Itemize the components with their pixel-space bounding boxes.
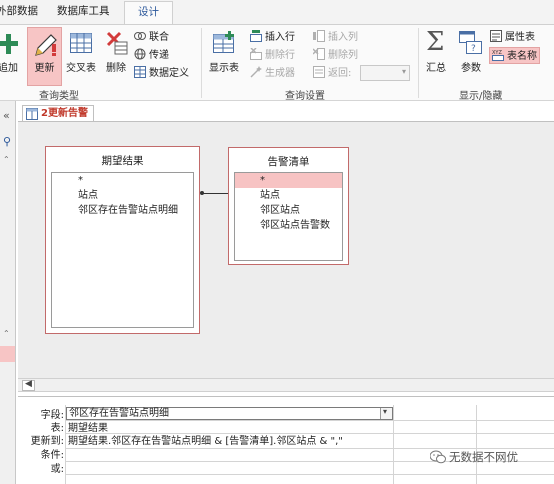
show-table-button[interactable]: 显示表 xyxy=(204,27,244,83)
grid-column-divider xyxy=(393,405,394,484)
row-label-or: 或: xyxy=(50,464,64,475)
table-names-icon: XYZ xyxy=(492,50,504,61)
tab-database-tools[interactable]: 数据库工具 xyxy=(57,3,110,18)
arrow-left-icon: ◀ xyxy=(25,379,32,389)
grid-row-divider xyxy=(65,433,554,434)
table-cell[interactable]: 期望结果 xyxy=(68,422,108,435)
grid-row-divider xyxy=(65,420,554,421)
field-item[interactable]: 邻区站点 xyxy=(235,203,342,218)
data-definition-button[interactable]: 数据定义 xyxy=(134,66,189,81)
table-names-button[interactable]: XYZ 表名称 xyxy=(489,47,540,64)
update-query-icon xyxy=(26,108,38,120)
parameters-icon: ? xyxy=(459,31,482,54)
group-label-query-type: 查询类型 xyxy=(39,91,79,102)
navigation-pane-collapsed[interactable]: « ⚲ ⌃ ⌃ xyxy=(0,101,16,484)
field-item[interactable]: 邻区站点告警数 xyxy=(235,218,342,233)
property-sheet-button[interactable]: 属性表 xyxy=(490,30,535,45)
tab-external-data[interactable]: 外部数据 xyxy=(0,3,38,18)
table-window-expected-results[interactable]: 期望结果 * 站点 邻区存在告警站点明细 xyxy=(45,146,200,334)
insert-rows-button[interactable]: 插入行 xyxy=(250,30,295,45)
group-divider xyxy=(418,28,419,98)
show-table-icon xyxy=(213,31,234,53)
field-item-selected[interactable]: * xyxy=(235,173,342,188)
row-label-criteria: 条件: xyxy=(40,450,64,461)
wechat-icon xyxy=(429,450,446,464)
append-icon xyxy=(0,34,18,54)
table-window-alarm-list[interactable]: 告警清单 * 站点 邻区站点 邻区站点告警数 xyxy=(228,147,349,265)
chevron-down-icon: ▾ xyxy=(383,407,388,416)
crosstab-icon xyxy=(70,33,92,53)
data-definition-icon xyxy=(134,66,146,78)
scroll-left-button[interactable]: ◀ xyxy=(22,379,35,391)
row-label-table: 表: xyxy=(50,423,64,434)
search-icon[interactable]: ⚲ xyxy=(3,135,11,148)
horizontal-scrollbar[interactable]: ◀ xyxy=(18,378,554,392)
delete-columns-button[interactable]: 删除列 xyxy=(313,48,358,63)
group-label-show-hide: 显示/隐藏 xyxy=(459,91,503,102)
sigma-icon: Σ xyxy=(426,27,445,57)
delete-query-icon xyxy=(106,31,128,55)
return-label: 返回: xyxy=(313,66,351,81)
query-design-surface[interactable]: 期望结果 * 站点 邻区存在告警站点明细 告警清单 * 站点 邻区站点 邻区站点… xyxy=(18,121,554,378)
grid-column-divider xyxy=(476,405,477,484)
field-item[interactable]: 邻区存在告警站点明细 xyxy=(52,203,193,218)
table-title: 期望结果 xyxy=(101,155,144,167)
field-item[interactable]: * xyxy=(52,173,193,188)
return-dropdown[interactable]: ▾ xyxy=(360,65,410,81)
delete-columns-icon xyxy=(313,48,325,60)
field-list: * 站点 邻区存在告警站点明细 xyxy=(51,172,194,328)
ribbon-tab-strip: 外部数据 数据库工具 设计 xyxy=(0,0,554,25)
insert-rows-icon xyxy=(250,30,262,42)
delete-rows-button[interactable]: 删除行 xyxy=(250,48,295,63)
delete-query-button[interactable]: 删除 xyxy=(102,27,130,83)
table-title: 告警清单 xyxy=(267,156,310,168)
query-design-grid: 字段: 表: 更新到: 条件: 或: 邻区存在告警站点明细 ▾ 期望结果 期望结… xyxy=(18,396,554,484)
totals-button[interactable]: Σ 汇总 xyxy=(422,27,450,83)
union-button[interactable]: 联合 xyxy=(134,30,169,45)
property-sheet-icon xyxy=(490,30,502,42)
watermark: 无数据不网优 xyxy=(429,449,518,465)
join-endpoint xyxy=(200,191,204,195)
return-icon xyxy=(313,66,325,78)
delete-rows-icon xyxy=(250,48,262,60)
join-line[interactable] xyxy=(201,193,228,194)
builder-wand-icon xyxy=(250,66,262,78)
crosstab-button[interactable]: 交叉表 xyxy=(64,27,98,83)
field-item[interactable]: 站点 xyxy=(235,188,342,203)
tab-design[interactable]: 设计 xyxy=(124,1,173,25)
append-button[interactable]: 追加 xyxy=(0,27,22,83)
union-icon xyxy=(134,32,146,40)
row-label-field: 字段: xyxy=(40,410,64,421)
chevron-down-icon: ▾ xyxy=(401,67,406,76)
parameters-button[interactable]: ? 参数 xyxy=(456,27,486,83)
field-list: * 站点 邻区站点 邻区站点告警数 xyxy=(234,172,343,261)
document-tab[interactable]: 2更新告警 xyxy=(22,105,94,122)
grid-row-divider xyxy=(65,474,554,475)
row-label-update-to: 更新到: xyxy=(30,436,64,447)
field-cell-value: 邻区存在告警站点明细 xyxy=(69,408,169,419)
nav-item-selected[interactable] xyxy=(0,346,15,362)
field-item[interactable]: 站点 xyxy=(52,188,193,203)
group-label-query-setup: 查询设置 xyxy=(285,91,325,102)
insert-columns-button[interactable]: 插入列 xyxy=(313,30,358,45)
insert-columns-icon xyxy=(313,30,325,42)
update-pencil-icon xyxy=(35,34,57,56)
ribbon: 追加 更新 交叉表 删除 联合 传递 数据定义 查询类型 显示表 插入行 删除行… xyxy=(0,24,554,102)
globe-icon xyxy=(134,48,146,60)
update-to-cell[interactable]: 期望结果.邻区存在告警站点明细 & [告警清单].邻区站点 & "," xyxy=(68,435,343,448)
passthrough-button[interactable]: 传递 xyxy=(134,48,169,63)
collapse-chevron-icon[interactable]: ⌃ xyxy=(3,155,10,164)
update-button[interactable]: 更新 xyxy=(27,27,62,86)
builder-button[interactable]: 生成器 xyxy=(250,66,295,81)
group-divider xyxy=(201,28,202,98)
field-cell-selected[interactable]: 邻区存在告警站点明细 ▾ xyxy=(66,407,393,420)
field-dropdown-button[interactable]: ▾ xyxy=(380,407,392,419)
expand-chevron-icon[interactable]: « xyxy=(3,109,10,122)
collapse-chevron-icon[interactable]: ⌃ xyxy=(3,329,10,338)
svg-text:?: ? xyxy=(471,44,476,54)
